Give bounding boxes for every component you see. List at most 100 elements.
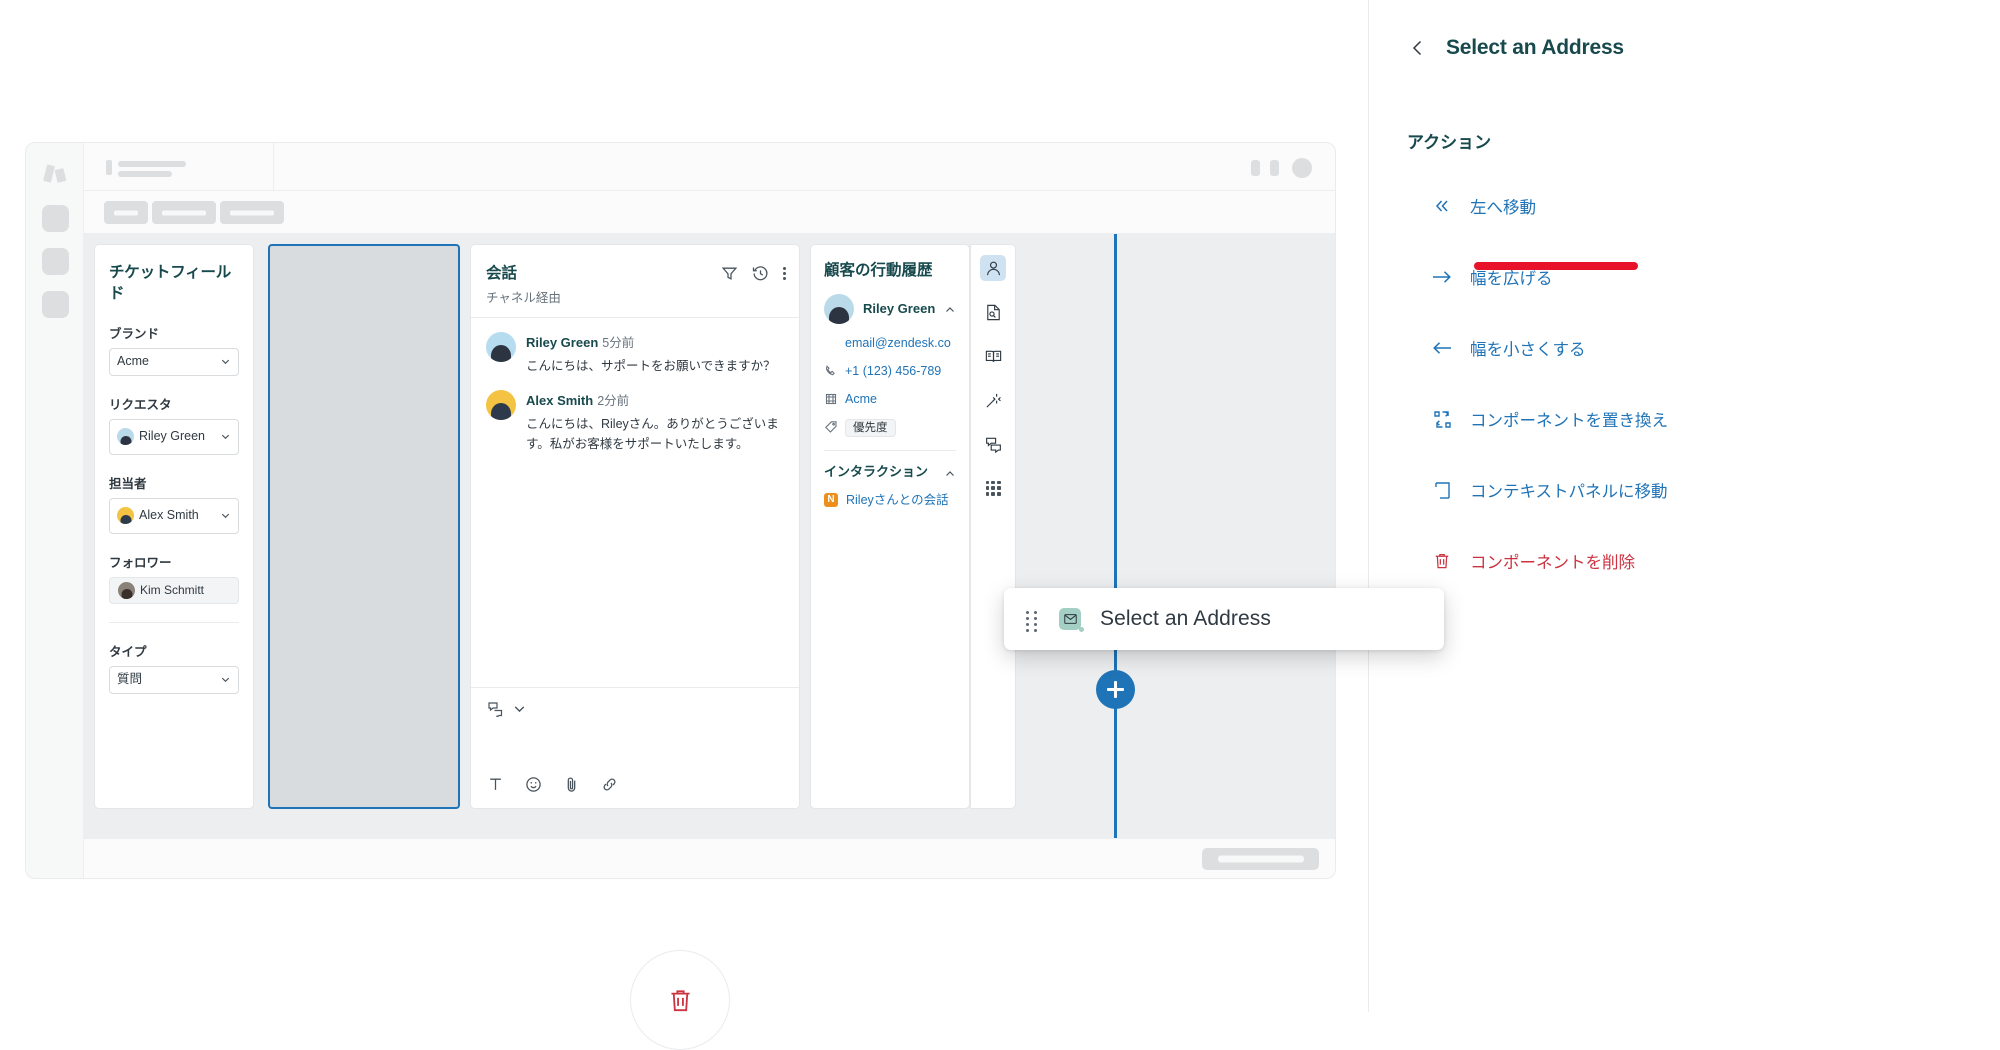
chevron-down-icon	[220, 356, 231, 367]
field-select-type[interactable]: 質問	[109, 665, 239, 694]
message-item: Alex Smith 2分前 こんにちは、Rileyさん。ありがとうございます。私…	[471, 376, 799, 454]
app-tab-strip	[84, 191, 1335, 234]
ticket-fields-panel: チケットフィールド ブランド Acme リクエスタ Riley Green 担当…	[94, 244, 254, 809]
kim-avatar	[118, 581, 135, 599]
field-select-requester[interactable]: Riley Green	[109, 418, 239, 455]
app-workspace: チケットフィールド ブランド Acme リクエスタ Riley Green 担当…	[84, 234, 1335, 838]
customer-person-row[interactable]: Riley Green	[824, 293, 956, 324]
organization-icon	[824, 392, 838, 406]
drag-preview-card[interactable]: Select an Address	[1004, 588, 1444, 650]
link-icon[interactable]	[601, 776, 618, 793]
phone-icon	[824, 364, 838, 378]
chevron-down-icon[interactable]	[511, 700, 528, 717]
message-author: Riley Green	[526, 335, 599, 350]
knowledge-book-icon[interactable]	[980, 343, 1006, 369]
side-panel-title: Select an Address	[1446, 36, 1624, 59]
skeleton-block	[1251, 160, 1260, 176]
action-label: コンポーネントを削除	[1470, 554, 1635, 572]
tab-placeholder-2[interactable]	[152, 201, 216, 224]
reply-channel-icon[interactable]	[487, 700, 504, 717]
message-text: こんにちは、サポートをお願いできますか？	[526, 359, 776, 373]
add-component-button[interactable]	[1096, 670, 1135, 709]
action-move-left[interactable]: 左へ移動	[1369, 189, 2000, 223]
attachment-icon[interactable]	[563, 776, 580, 793]
conversation-header: 会話 チャネル経由	[471, 245, 799, 318]
interactions-title: インタラクション	[824, 464, 929, 480]
customer-tag-row[interactable]: 優先度	[824, 418, 956, 437]
chevron-up-icon[interactable]	[944, 467, 956, 479]
actions-list: 左へ移動 幅を広げる 幅を小さくする コンポーネントを置き換え コンテキストパネ…	[1369, 189, 2000, 578]
conversation-icon[interactable]	[980, 431, 1006, 457]
action-label: 幅を小さくする	[1470, 341, 1586, 359]
filter-icon[interactable]	[721, 265, 738, 282]
footer-placeholder-button[interactable]	[1202, 848, 1319, 870]
interactions-header[interactable]: インタラクション	[824, 464, 956, 481]
component-drop-placeholder[interactable]	[268, 244, 460, 809]
app-preview-window: チケットフィールド ブランド Acme リクエスタ Riley Green 担当…	[25, 142, 1336, 879]
emoji-icon[interactable]	[525, 776, 542, 793]
context-panel-icon	[1431, 479, 1453, 501]
ticket-fields-title: チケットフィールド	[109, 264, 232, 302]
app-nav-rail	[26, 143, 84, 878]
field-value-followers[interactable]: Kim Schmitt	[109, 576, 239, 604]
chevron-left-icon[interactable]	[1407, 37, 1429, 59]
skeleton-line	[118, 161, 186, 167]
action-delete-component[interactable]: コンポーネントを削除	[1369, 544, 2000, 578]
customer-phone-row[interactable]: +1 (123) 456-789	[824, 363, 956, 380]
mail-icon	[1059, 608, 1084, 632]
customer-organization-row[interactable]: Acme	[824, 391, 956, 408]
nav-placeholder-2[interactable]	[42, 248, 69, 275]
chevron-up-icon[interactable]	[944, 303, 956, 315]
field-label-followers: フォロワー	[109, 555, 172, 570]
user-icon[interactable]	[980, 255, 1006, 281]
app-top-bar	[84, 143, 1335, 191]
interaction-item[interactable]: N Rileyさんとの会話	[824, 492, 956, 510]
action-decrease-width[interactable]: 幅を小さくする	[1369, 331, 2000, 365]
action-label: 左へ移動	[1470, 199, 1536, 217]
text-format-icon[interactable]	[487, 776, 504, 793]
delete-drop-zone[interactable]	[630, 950, 730, 1050]
alex-avatar	[486, 390, 516, 421]
message-text: こんにちは、Rileyさん。ありがとうございます。私がお客様をサポートいたします…	[526, 417, 779, 451]
tab-placeholder-3[interactable]	[220, 201, 284, 224]
history-icon[interactable]	[752, 265, 769, 282]
customer-email: email@zendesk.co	[845, 335, 951, 350]
more-options-icon[interactable]	[783, 265, 787, 282]
apps-grid-icon[interactable]	[980, 475, 1006, 501]
field-label-type: タイプ	[109, 644, 147, 659]
interaction-label: Rileyさんとの会話	[846, 492, 949, 507]
customer-context-panel: 顧客の行動履歴 Riley Green email@zendesk.co +1 …	[810, 244, 970, 809]
message-timestamp: 2分前	[597, 394, 630, 409]
customer-name: Riley Green	[863, 300, 936, 316]
magic-wand-icon[interactable]	[980, 387, 1006, 413]
skeleton-block	[1270, 160, 1279, 176]
nav-placeholder-1[interactable]	[42, 205, 69, 232]
field-select-assignee[interactable]: Alex Smith	[109, 497, 239, 534]
field-value-type: 質問	[117, 671, 143, 686]
alex-avatar	[117, 507, 134, 525]
drag-handle-icon[interactable]	[1026, 611, 1037, 632]
editor-canvas: チケットフィールド ブランド Acme リクエスタ Riley Green 担当…	[0, 0, 1444, 1050]
action-label: コンポーネントを置き換え	[1470, 412, 1668, 430]
app-context-icon-rail	[970, 244, 1016, 809]
skeleton-avatar	[1292, 158, 1312, 178]
annotation-highlight-underline	[1474, 262, 1638, 270]
document-search-icon[interactable]	[980, 299, 1006, 325]
customer-email-row[interactable]: email@zendesk.co	[824, 335, 956, 352]
action-increase-width[interactable]: 幅を広げる	[1369, 260, 2000, 294]
field-select-brand[interactable]: Acme	[109, 347, 239, 376]
swap-component-icon	[1431, 408, 1453, 430]
panel-resize-divider[interactable]	[1114, 234, 1117, 838]
conversation-panel: 会話 チャネル経由 Riley Green 5分前 こんにちは、サポートをお願いで…	[470, 244, 800, 809]
action-replace-component[interactable]: コンポーネントを置き換え	[1369, 402, 2000, 436]
customer-organization: Acme	[845, 391, 877, 406]
riley-avatar	[824, 293, 854, 324]
action-move-to-context-panel[interactable]: コンテキストパネルに移動	[1369, 473, 2000, 507]
field-label-assignee: 担当者	[109, 476, 147, 491]
nav-placeholder-3[interactable]	[42, 291, 69, 318]
arrow-left-icon	[1431, 337, 1453, 359]
tab-placeholder-1[interactable]	[104, 201, 148, 224]
action-label: コンテキストパネルに移動	[1470, 483, 1668, 501]
properties-side-panel: Select an Address アクション 左へ移動 幅を広げる 幅を小さく…	[1368, 0, 2000, 1012]
tag-icon	[824, 420, 838, 434]
